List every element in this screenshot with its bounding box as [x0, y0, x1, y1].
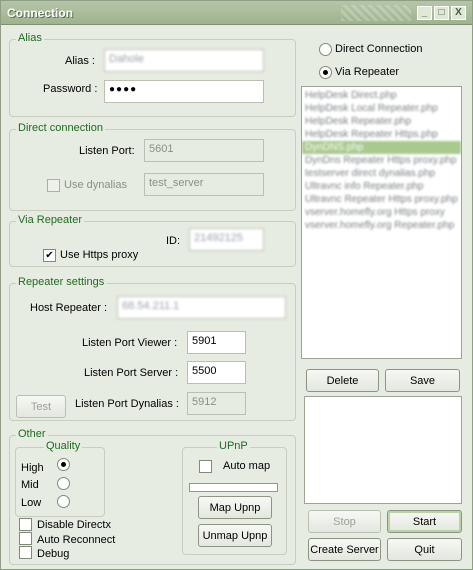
- alias-label: Alias :: [65, 55, 95, 67]
- listen-port-server-input[interactable]: 5500: [187, 361, 246, 384]
- auto-map-checkbox[interactable]: [199, 460, 212, 473]
- listen-port-server-label: Listen Port Server :: [84, 367, 179, 379]
- use-https-proxy-checkbox[interactable]: ✔: [43, 249, 56, 262]
- debug-label: Debug: [37, 548, 70, 560]
- via-repeater-label: Via Repeater: [335, 66, 400, 78]
- password-input[interactable]: ●●●●: [104, 80, 264, 103]
- use-dynalias-label: Use dynalias: [64, 179, 127, 191]
- host-repeater-input[interactable]: 68.54.211.1: [117, 296, 286, 319]
- direct-connection-group-label: Direct connection: [16, 122, 105, 134]
- test-button[interactable]: Test: [16, 395, 66, 418]
- repeater-list-item[interactable]: HelpDesk Repeater.php: [302, 115, 461, 128]
- delete-button[interactable]: Delete: [306, 369, 379, 392]
- id-label: ID:: [166, 235, 181, 247]
- use-https-proxy-label: Use Https proxy: [60, 249, 139, 261]
- auto-reconnect-label: Auto Reconnect: [37, 534, 116, 546]
- title-bar[interactable]: Connection _ □ X: [1, 1, 472, 25]
- close-button[interactable]: X: [451, 6, 466, 20]
- repeater-list-item[interactable]: vserver.homefly.org Repeater.php: [302, 219, 461, 232]
- create-server-button[interactable]: Create Server: [308, 538, 381, 561]
- listen-port-dynalias-label: Listen Port Dynalias :: [75, 398, 179, 410]
- id-input[interactable]: 21492125: [189, 228, 264, 251]
- quality-low-label: Low: [21, 497, 42, 509]
- auto-reconnect-checkbox[interactable]: [19, 532, 32, 545]
- window-title: Connection: [7, 6, 73, 20]
- repeater-list-item[interactable]: DynDNS.php: [302, 141, 461, 154]
- repeater-list-item[interactable]: DynDns Repeater Https proxy.php: [302, 154, 461, 167]
- other-group-label: Other: [16, 428, 48, 440]
- dynalias-input[interactable]: test_server: [144, 173, 264, 196]
- direct-connection-radio[interactable]: [319, 43, 332, 56]
- disable-directx-label: Disable Directx: [37, 519, 111, 531]
- alias-input[interactable]: Dahole: [104, 49, 264, 72]
- listen-port-viewer-input[interactable]: 5901: [187, 331, 246, 354]
- title-decoration: [341, 5, 411, 21]
- quality-mid-label: Mid: [21, 479, 39, 491]
- repeater-list-item[interactable]: testserver direct dynalias.php: [302, 167, 461, 180]
- repeater-list-item[interactable]: vserver.homefly.org Https proxy: [302, 206, 461, 219]
- unmap-upnp-button[interactable]: Unmap Upnp: [198, 524, 272, 547]
- quit-button[interactable]: Quit: [387, 538, 462, 561]
- debug-checkbox[interactable]: [19, 546, 32, 559]
- quality-high-label: High: [21, 462, 44, 474]
- quality-mid-radio[interactable]: [57, 477, 70, 490]
- host-repeater-label: Host Repeater :: [30, 302, 108, 314]
- minimize-button[interactable]: _: [417, 6, 432, 20]
- direct-connection-label: Direct Connection: [335, 43, 423, 55]
- repeater-list-item[interactable]: Ultravnc Repeater Https proxy.php: [302, 193, 461, 206]
- quality-group-label: Quality: [44, 440, 83, 452]
- use-dynalias-checkbox[interactable]: [47, 179, 60, 192]
- via-repeater-group-label: Via Repeater: [16, 214, 85, 226]
- repeater-settings-group-label: Repeater settings: [16, 276, 107, 288]
- map-upnp-button[interactable]: Map Upnp: [198, 496, 272, 519]
- repeater-list-item[interactable]: HelpDesk Local Repeater.php: [302, 102, 461, 115]
- maximize-button[interactable]: □: [434, 6, 449, 20]
- disable-directx-checkbox[interactable]: [19, 518, 32, 531]
- repeater-list[interactable]: HelpDesk Direct.php HelpDesk Local Repeat…: [301, 86, 462, 359]
- stop-button[interactable]: Stop: [308, 510, 381, 533]
- repeater-list-item[interactable]: HelpDesk Repeater Https.php: [302, 128, 461, 141]
- via-repeater-radio[interactable]: [319, 66, 332, 79]
- alias-group-label: Alias: [16, 32, 44, 44]
- password-label: Password :: [43, 83, 98, 95]
- listen-port-viewer-label: Listen Port Viewer :: [82, 337, 178, 349]
- upnp-group-label: UPnP: [217, 440, 250, 452]
- upnp-progress-bar: [189, 483, 278, 492]
- save-button[interactable]: Save: [385, 369, 460, 392]
- listen-port-label: Listen Port:: [79, 145, 135, 157]
- start-button[interactable]: Start: [387, 510, 462, 533]
- repeater-list-item[interactable]: HelpDesk Direct.php: [302, 89, 461, 102]
- listen-port-input[interactable]: 5601: [144, 139, 264, 162]
- auto-map-label: Auto map: [223, 460, 271, 472]
- status-log-box: [304, 396, 462, 504]
- listen-port-dynalias-input[interactable]: 5912: [187, 392, 246, 415]
- connection-window: Connection _ □ X Alias Alias : Dahole Pa…: [0, 0, 473, 570]
- radio-selected-dot: [61, 462, 66, 467]
- quality-high-radio[interactable]: [57, 458, 70, 471]
- quality-low-radio[interactable]: [57, 495, 70, 508]
- radio-selected-dot: [323, 70, 328, 75]
- repeater-list-item[interactable]: Ultravnc info Repeater.php: [302, 180, 461, 193]
